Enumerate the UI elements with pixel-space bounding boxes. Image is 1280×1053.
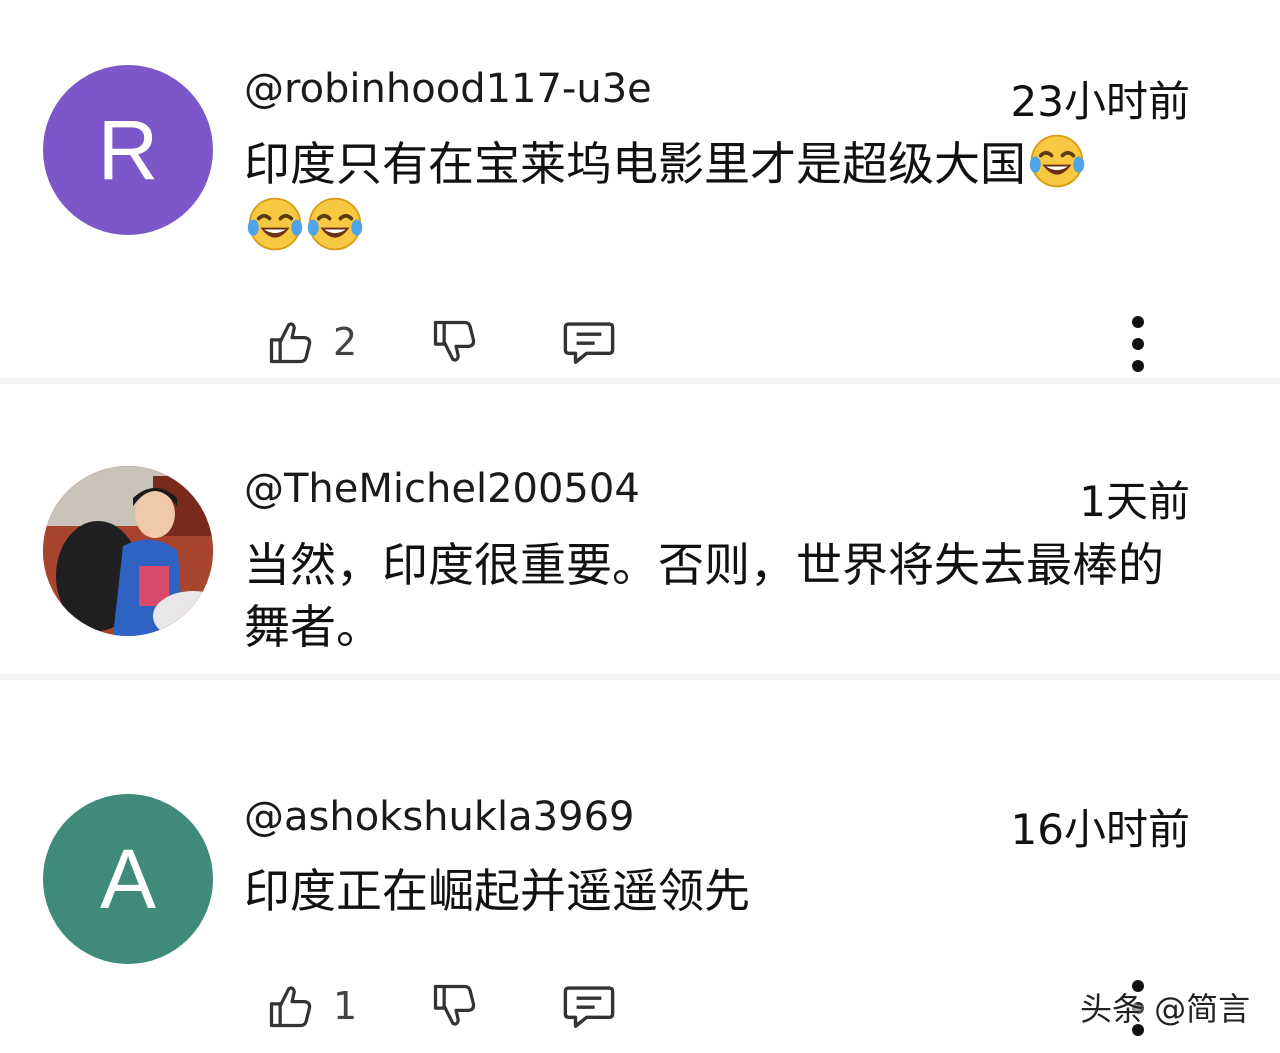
comment-text: 印度正在崛起并遥遥领先 [244,864,750,918]
face-with-tears-of-joy-icon [307,197,363,251]
comment-1: R @robinhood117-u3e 23小时前 印度只有在宝莱坞电影里才是超… [0,0,1280,378]
username[interactable]: @TheMichel200504 [244,466,640,512]
avatar[interactable] [43,466,213,636]
thumbs-down-icon [433,320,476,362]
timestamp: 1天前 [1079,477,1190,526]
like-button[interactable]: 1 [265,978,357,1034]
timestamp: 23小时前 [1010,77,1190,126]
reply-button[interactable] [562,314,616,370]
avatar[interactable]: A [43,794,213,964]
thumbs-up-icon [269,986,312,1028]
comment-text: 印度只有在宝莱坞电影里才是超级大国 [244,132,1204,258]
username[interactable]: @ashokshukla3969 [244,794,634,840]
comment-2: @TheMichel200504 1天前 当然，印度很重要。否则，世界将失去最棒… [0,384,1280,674]
avatar-letter: A [99,831,157,926]
comment-text-content: 印度只有在宝莱坞电影里才是超级大国 [244,137,1026,191]
username[interactable]: @robinhood117-u3e [244,66,652,112]
reply-icon [563,322,615,364]
timestamp: 16小时前 [1010,805,1190,854]
avatar[interactable]: R [43,65,213,235]
avatar-letter: R [97,102,159,197]
face-with-tears-of-joy-icon [247,197,303,251]
face-with-tears-of-joy-icon [1029,134,1085,188]
watermark: 头条 @简言 [1080,990,1251,1028]
reply-button[interactable] [562,978,616,1034]
reply-icon [563,986,615,1028]
like-count: 1 [333,984,358,1028]
avatar-photo [43,466,213,636]
more-vertical-icon[interactable] [1124,314,1152,374]
like-button[interactable]: 2 [265,314,357,370]
like-count: 2 [333,320,358,364]
thumbs-down-icon [433,984,476,1026]
comment-text: 当然，印度很重要。否则，世界将失去最棒的舞者。 [244,538,1164,654]
dislike-button[interactable] [429,314,481,370]
thumbs-up-icon [269,322,312,364]
dislike-button[interactable] [429,978,481,1034]
